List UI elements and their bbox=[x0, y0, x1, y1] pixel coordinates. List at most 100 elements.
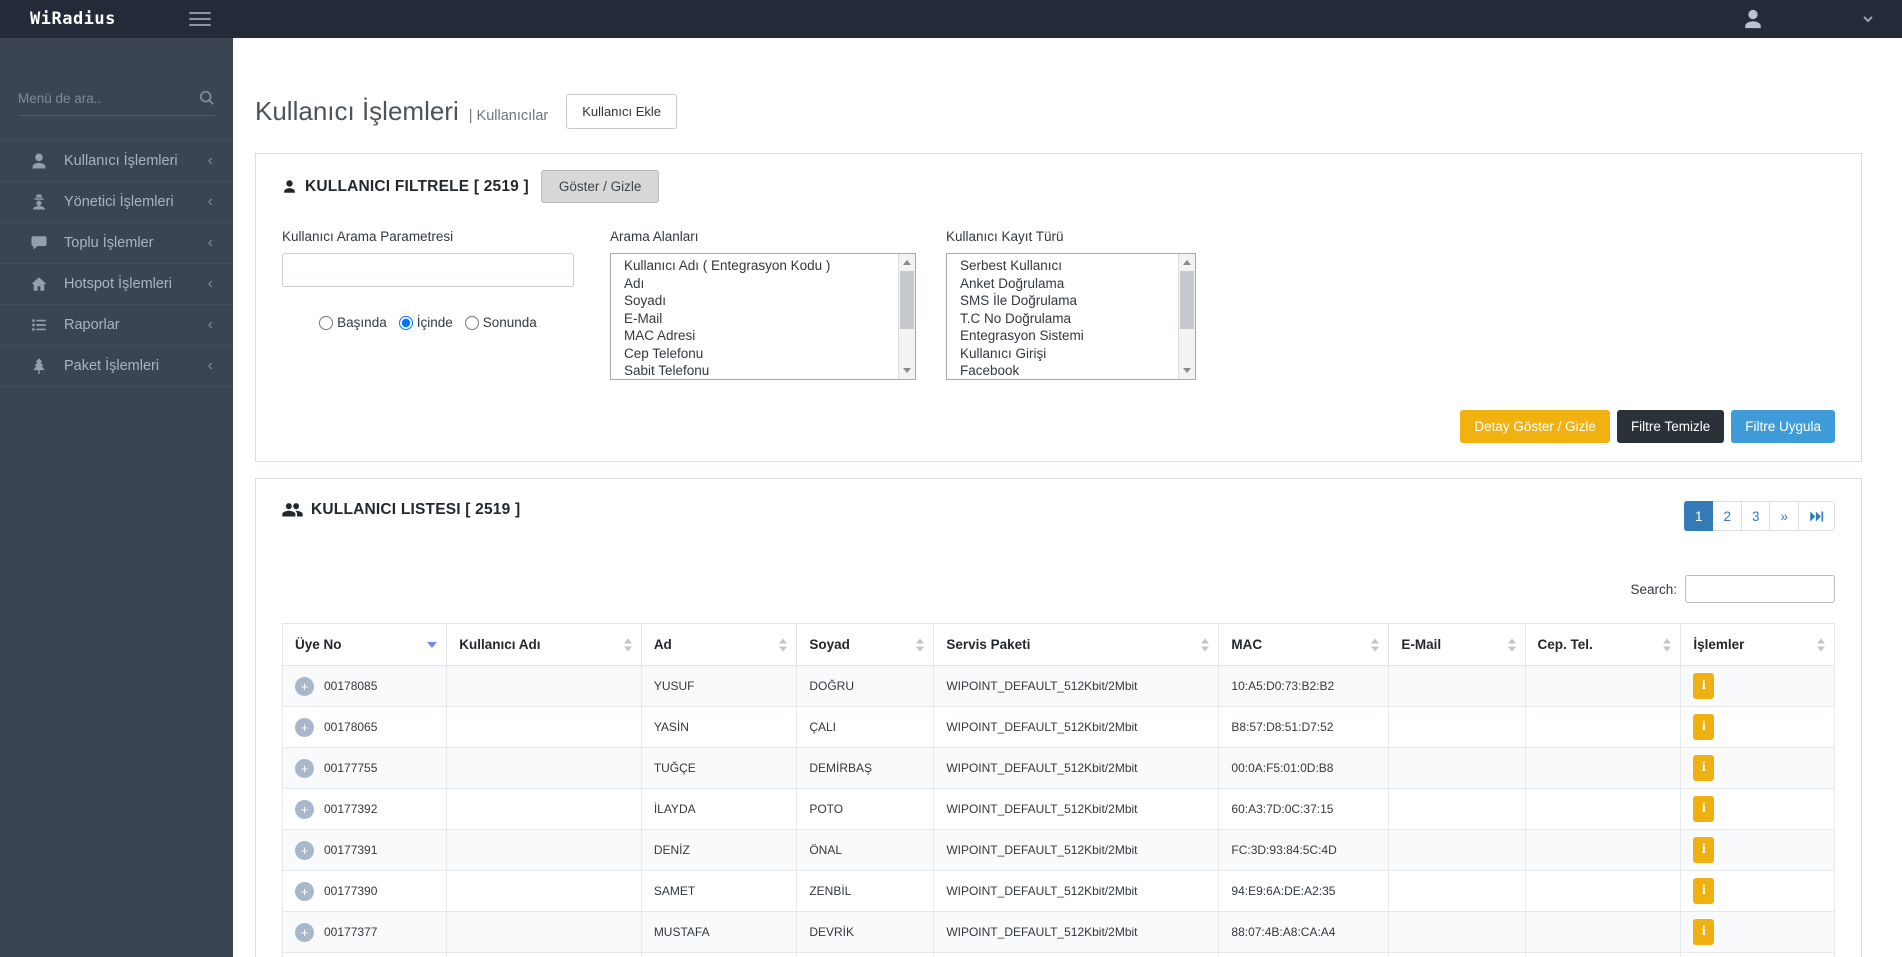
page-button-2[interactable]: 2 bbox=[1713, 501, 1742, 531]
mac-address: B8:57:D8:51:D7:52 bbox=[1219, 707, 1389, 748]
info-button[interactable]: i bbox=[1693, 878, 1714, 904]
col-header-islemler[interactable]: İşlemler bbox=[1681, 624, 1835, 666]
sort-icon[interactable] bbox=[1663, 638, 1671, 651]
ad: YUSUF bbox=[641, 666, 797, 707]
scroll-up-icon[interactable] bbox=[903, 260, 911, 265]
col-header-uye-no[interactable]: Üye No bbox=[283, 624, 447, 666]
expand-row-icon[interactable]: + bbox=[295, 841, 314, 860]
admin-icon bbox=[30, 193, 48, 211]
servis-paketi: WIPOINT_DEFAULT_512Kbit/2Mbit bbox=[934, 871, 1219, 912]
radio-icinde[interactable]: İçinde bbox=[399, 315, 453, 330]
listbox-option[interactable]: Cep Telefonu bbox=[611, 345, 898, 363]
col-header-soyad[interactable]: Soyad bbox=[797, 624, 934, 666]
expand-row-icon[interactable]: + bbox=[295, 923, 314, 942]
listbox-option[interactable]: Adı bbox=[611, 275, 898, 293]
listbox-option[interactable]: Entegrasyon Sistemi bbox=[947, 327, 1178, 345]
listbox-option[interactable]: Anket Doğrulama bbox=[947, 275, 1178, 293]
search-icon[interactable] bbox=[199, 90, 215, 106]
listbox-option[interactable]: E-Mail bbox=[611, 310, 898, 328]
sort-icon[interactable] bbox=[1201, 638, 1209, 651]
radio-basinda[interactable]: Başında bbox=[319, 315, 387, 330]
info-button[interactable]: i bbox=[1693, 919, 1714, 945]
chevron-down-icon[interactable] bbox=[1862, 13, 1874, 25]
info-button[interactable]: i bbox=[1693, 796, 1714, 822]
col-header-email[interactable]: E-Mail bbox=[1389, 624, 1525, 666]
page-button-3[interactable]: 3 bbox=[1742, 501, 1771, 531]
sort-icon[interactable] bbox=[779, 638, 787, 651]
user-account-icon[interactable] bbox=[1742, 8, 1764, 30]
ad: YASİN bbox=[641, 707, 797, 748]
expand-row-icon[interactable]: + bbox=[295, 882, 314, 901]
listbox-option[interactable]: Kullanıcı Girişi bbox=[947, 345, 1178, 363]
radio-sonunda[interactable]: Sonunda bbox=[465, 315, 537, 330]
sort-icon[interactable] bbox=[1371, 638, 1379, 651]
search-fields-listbox[interactable]: Kullanıcı Adı ( Entegrasyon Kodu ) Adı S… bbox=[610, 253, 916, 380]
email bbox=[1389, 871, 1525, 912]
sidebar-item-paket-islemleri[interactable]: Paket İşlemleri ‹ bbox=[0, 346, 233, 387]
add-user-button[interactable]: Kullanıcı Ekle bbox=[566, 94, 677, 129]
table-row-partial bbox=[283, 953, 1835, 957]
cep-tel bbox=[1525, 871, 1681, 912]
scrollbar-thumb[interactable] bbox=[900, 271, 914, 329]
sort-desc-icon[interactable] bbox=[427, 642, 437, 648]
user-list-panel: KULLANICI LISTESI [ 2519 ] 1 2 3 » Searc… bbox=[255, 478, 1862, 957]
listbox-option[interactable]: T.C No Doğrulama bbox=[947, 310, 1178, 328]
sort-icon[interactable] bbox=[916, 638, 924, 651]
scroll-down-icon[interactable] bbox=[903, 368, 911, 373]
listbox-option[interactable]: Facebook bbox=[947, 362, 1178, 380]
show-hide-button[interactable]: Göster / Gizle bbox=[541, 170, 660, 203]
next-page-button[interactable]: » bbox=[1770, 501, 1799, 531]
table-row: +00178085 YUSUF DOĞRU WIPOINT_DEFAULT_51… bbox=[283, 666, 1835, 707]
sidebar-item-raporlar[interactable]: Raporlar ‹ bbox=[0, 305, 233, 346]
register-type-listbox[interactable]: Serbest Kullanıcı Anket Doğrulama SMS İl… bbox=[946, 253, 1196, 380]
expand-row-icon[interactable]: + bbox=[295, 677, 314, 696]
apply-filter-button[interactable]: Filtre Uygula bbox=[1731, 410, 1835, 443]
expand-row-icon[interactable]: + bbox=[295, 718, 314, 737]
table-search-input[interactable] bbox=[1685, 575, 1835, 603]
servis-paketi: WIPOINT_DEFAULT_512Kbit/2Mbit bbox=[934, 830, 1219, 871]
page-button-1[interactable]: 1 bbox=[1684, 501, 1714, 531]
expand-row-icon[interactable]: + bbox=[295, 800, 314, 819]
user-table: Üye No Kullanıcı Adı Ad Soyad Servis Pak… bbox=[282, 623, 1835, 957]
listbox-option[interactable]: Sabit Telefonu bbox=[611, 362, 898, 380]
scroll-up-icon[interactable] bbox=[1183, 260, 1191, 265]
listbox-option[interactable]: Kullanıcı Adı ( Entegrasyon Kodu ) bbox=[611, 257, 898, 275]
sidebar-item-toplu-islemler[interactable]: Toplu İşlemler ‹ bbox=[0, 223, 233, 264]
col-header-kullanici-adi[interactable]: Kullanıcı Adı bbox=[447, 624, 642, 666]
sort-icon[interactable] bbox=[1817, 638, 1825, 651]
listbox-option[interactable]: Soyadı bbox=[611, 292, 898, 310]
expand-row-icon[interactable]: + bbox=[295, 759, 314, 778]
last-page-button[interactable] bbox=[1799, 501, 1835, 531]
sort-icon[interactable] bbox=[624, 638, 632, 651]
info-button[interactable]: i bbox=[1693, 673, 1714, 699]
listbox-option[interactable]: MAC Adresi bbox=[611, 327, 898, 345]
scrollbar[interactable] bbox=[898, 254, 915, 379]
info-button[interactable]: i bbox=[1693, 837, 1714, 863]
radio-sonunda-input[interactable] bbox=[465, 316, 479, 330]
search-param-input[interactable] bbox=[282, 253, 574, 287]
table-row: +00177377 MUSTAFA DEVRİK WIPOINT_DEFAULT… bbox=[283, 912, 1835, 953]
listbox-option[interactable]: Serbest Kullanıcı bbox=[947, 257, 1178, 275]
info-button[interactable]: i bbox=[1693, 714, 1714, 740]
info-button[interactable]: i bbox=[1693, 755, 1714, 781]
sidebar-item-yonetici-islemleri[interactable]: Yönetici İşlemleri ‹ bbox=[0, 182, 233, 223]
hamburger-menu-icon[interactable] bbox=[189, 8, 211, 30]
clear-filter-button[interactable]: Filtre Temizle bbox=[1617, 410, 1724, 443]
fast-forward-icon bbox=[1809, 510, 1824, 523]
scrollbar-thumb[interactable] bbox=[1180, 271, 1194, 329]
col-header-cep-tel[interactable]: Cep. Tel. bbox=[1525, 624, 1681, 666]
radio-basinda-input[interactable] bbox=[319, 316, 333, 330]
listbox-option[interactable]: SMS İle Doğrulama bbox=[947, 292, 1178, 310]
scroll-down-icon[interactable] bbox=[1183, 368, 1191, 373]
sort-icon[interactable] bbox=[1508, 638, 1516, 651]
scrollbar[interactable] bbox=[1178, 254, 1195, 379]
col-header-ad[interactable]: Ad bbox=[641, 624, 797, 666]
sidebar-item-kullanici-islemleri[interactable]: Kullanıcı İşlemleri ‹ bbox=[0, 141, 233, 182]
col-header-servis-paketi[interactable]: Servis Paketi bbox=[934, 624, 1219, 666]
menu-search-input[interactable] bbox=[18, 91, 199, 106]
radio-icinde-input[interactable] bbox=[399, 316, 413, 330]
col-header-mac[interactable]: MAC bbox=[1219, 624, 1389, 666]
topbar: WiRadius bbox=[0, 0, 1902, 38]
sidebar-item-hotspot-islemleri[interactable]: Hotspot İşlemleri ‹ bbox=[0, 264, 233, 305]
detail-toggle-button[interactable]: Detay Göster / Gizle bbox=[1460, 410, 1610, 443]
